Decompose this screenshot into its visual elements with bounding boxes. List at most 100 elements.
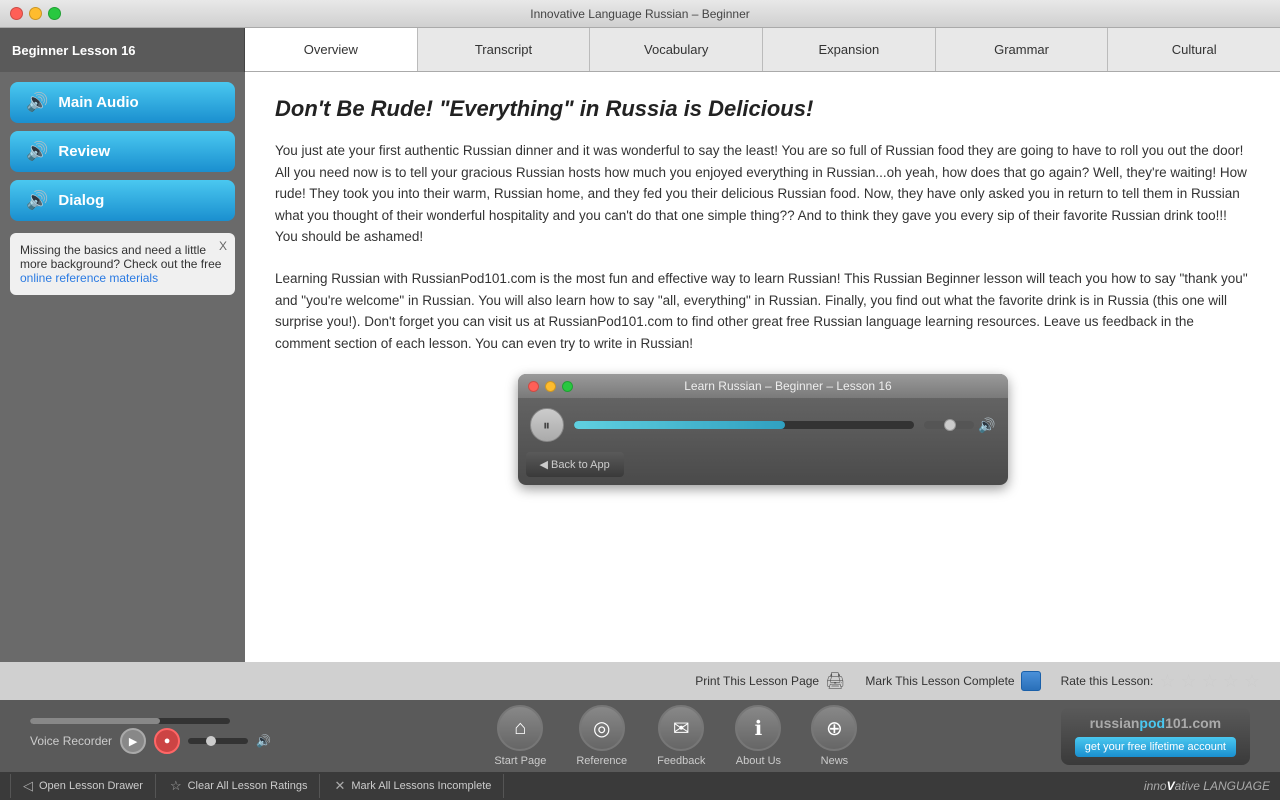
voice-volume-knob[interactable]: [206, 736, 216, 746]
voice-recorder-controls: Voice Recorder ▶ ● 🔊: [30, 728, 271, 754]
sidebar: 🔊 Main Audio 🔊 Review 🔊 Dialog X Missing…: [0, 72, 245, 662]
player-close-btn[interactable]: [528, 381, 539, 392]
print-group: Print This Lesson Page 🖨: [695, 671, 845, 691]
about-us-icon: ℹ: [735, 705, 781, 751]
tab-overview[interactable]: Overview: [245, 28, 418, 71]
body: 🔊 Main Audio 🔊 Review 🔊 Dialog X Missing…: [0, 72, 1280, 662]
player-controls: ⏸ 🔊: [518, 398, 1008, 452]
footer-mark-incomplete[interactable]: ✕ Mark All Lessons Incomplete: [322, 774, 504, 798]
title-bar: Innovative Language Russian – Beginner: [0, 0, 1280, 28]
start-page-icon: ⌂: [497, 705, 543, 751]
feedback-icon: ✉: [658, 705, 704, 751]
footer-open-drawer[interactable]: ◁ Open Lesson Drawer: [10, 774, 156, 798]
voice-recorder-label: Voice Recorder: [30, 734, 112, 748]
nav-news[interactable]: ⊕ News: [811, 705, 857, 767]
sidebar-header: Beginner Lesson 16: [0, 28, 245, 72]
nav-feedback[interactable]: ✉ Feedback: [657, 705, 705, 767]
about-us-label: About Us: [736, 755, 781, 767]
player-maximize-btn[interactable]: [562, 381, 573, 392]
app-container: Beginner Lesson 16 Overview Transcript V…: [0, 28, 1280, 800]
window-controls[interactable]: [10, 7, 61, 20]
footer: ◁ Open Lesson Drawer ☆ Clear All Lesson …: [0, 772, 1280, 800]
review-button[interactable]: 🔊 Review: [10, 131, 235, 172]
brand-logo: russianpod101.com: [1090, 715, 1222, 731]
player-title: Learn Russian – Beginner – Lesson 16: [579, 379, 998, 393]
progress-fill: [574, 421, 785, 429]
audio-player: Learn Russian – Beginner – Lesson 16 ⏸ 🔊: [518, 374, 1008, 485]
innovative-logo: innoVative LANGUAGE: [1144, 779, 1270, 793]
brand-badge: russianpod101.com get your free lifetime…: [1061, 707, 1250, 765]
voice-volume-bar[interactable]: [188, 738, 248, 744]
volume-section: 🔊: [924, 417, 995, 434]
lesson-title-sidebar: Beginner Lesson 16: [12, 43, 136, 58]
progress-bar[interactable]: [574, 421, 915, 429]
complete-group: Mark This Lesson Complete: [865, 671, 1040, 691]
print-icon[interactable]: 🖨: [825, 671, 845, 691]
tab-cultural[interactable]: Cultural: [1108, 28, 1280, 71]
free-account-button[interactable]: get your free lifetime account: [1075, 737, 1236, 757]
tab-vocabulary[interactable]: Vocabulary: [590, 28, 763, 71]
voice-volume-icon: 🔊: [256, 734, 271, 748]
nav-reference[interactable]: ◎ Reference: [576, 705, 627, 767]
window-title: Innovative Language Russian – Beginner: [530, 7, 750, 21]
main-content: Don't Be Rude! "Everything" in Russia is…: [245, 72, 1280, 662]
volume-knob[interactable]: [944, 419, 956, 431]
card-text: Missing the basics and need a little mor…: [20, 243, 221, 271]
close-card-button[interactable]: X: [219, 239, 227, 253]
tabs-bar: Overview Transcript Vocabulary Expansion…: [245, 28, 1280, 72]
lesson-headline: Don't Be Rude! "Everything" in Russia is…: [275, 96, 1250, 122]
footer-clear-ratings[interactable]: ☆ Clear All Lesson Ratings: [158, 774, 321, 798]
drawer-icon: ◁: [23, 778, 33, 794]
complete-label: Mark This Lesson Complete: [865, 674, 1014, 688]
feedback-label: Feedback: [657, 755, 705, 767]
speaker-icon-dialog: 🔊: [26, 190, 48, 211]
news-label: News: [821, 755, 849, 767]
volume-bar[interactable]: [924, 421, 974, 429]
news-icon: ⊕: [811, 705, 857, 751]
maximize-button[interactable]: [48, 7, 61, 20]
nav-about-us[interactable]: ℹ About Us: [735, 705, 781, 767]
recorder-progress-bar: [30, 718, 230, 724]
dialog-button[interactable]: 🔊 Dialog: [10, 180, 235, 221]
footer-ratings-label: Clear All Lesson Ratings: [188, 780, 308, 792]
play-pause-button[interactable]: ⏸: [530, 408, 564, 442]
reference-card: X Missing the basics and need a little m…: [10, 233, 235, 295]
volume-icon: 🔊: [978, 417, 995, 434]
tab-transcript[interactable]: Transcript: [418, 28, 591, 71]
record-button[interactable]: ●: [154, 728, 180, 754]
star-rating[interactable]: ☆ ☆ ☆ ☆ ☆: [1159, 671, 1260, 692]
back-to-app-button[interactable]: ◀ Back to App: [526, 452, 624, 477]
rate-group: Rate this Lesson: ☆ ☆ ☆ ☆ ☆: [1061, 671, 1260, 692]
reference-link[interactable]: online reference materials: [20, 271, 158, 285]
speaker-icon-review: 🔊: [26, 141, 48, 162]
main-audio-button[interactable]: 🔊 Main Audio: [10, 82, 235, 123]
minimize-button[interactable]: [29, 7, 42, 20]
nav-start-page[interactable]: ⌂ Start Page: [494, 705, 546, 767]
player-minimize-btn[interactable]: [545, 381, 556, 392]
x-icon: ✕: [334, 778, 345, 794]
star-icon: ☆: [170, 778, 182, 794]
footer-drawer-label: Open Lesson Drawer: [39, 780, 143, 792]
voice-recorder-section: Voice Recorder ▶ ● 🔊: [30, 718, 271, 754]
tab-expansion[interactable]: Expansion: [763, 28, 936, 71]
footer-incomplete-label: Mark All Lessons Incomplete: [351, 780, 491, 792]
lesson-paragraph-2: Learning Russian with RussianPod101.com …: [275, 268, 1250, 354]
audio-player-wrapper: Learn Russian – Beginner – Lesson 16 ⏸ 🔊: [275, 374, 1250, 485]
tab-grammar[interactable]: Grammar: [936, 28, 1109, 71]
lesson-actions: Print This Lesson Page 🖨 Mark This Lesso…: [0, 662, 1280, 700]
nav-icons-center: ⌂ Start Page ◎ Reference ✉ Feedback ℹ Ab…: [291, 705, 1061, 767]
reference-label: Reference: [576, 755, 627, 767]
play-recorder-button[interactable]: ▶: [120, 728, 146, 754]
rate-label: Rate this Lesson:: [1061, 674, 1154, 688]
print-label: Print This Lesson Page: [695, 674, 819, 688]
nav-icons-bar: Voice Recorder ▶ ● 🔊 ⌂ Start Page ◎ Refe…: [0, 700, 1280, 772]
start-page-label: Start Page: [494, 755, 546, 767]
complete-checkbox[interactable]: [1021, 671, 1041, 691]
bottom-bar: Print This Lesson Page 🖨 Mark This Lesso…: [0, 662, 1280, 772]
reference-icon: ◎: [579, 705, 625, 751]
header: Beginner Lesson 16 Overview Transcript V…: [0, 28, 1280, 72]
close-button[interactable]: [10, 7, 23, 20]
player-title-bar: Learn Russian – Beginner – Lesson 16: [518, 374, 1008, 398]
speaker-icon: 🔊: [26, 92, 48, 113]
lesson-paragraph-1: You just ate your first authentic Russia…: [275, 140, 1250, 248]
